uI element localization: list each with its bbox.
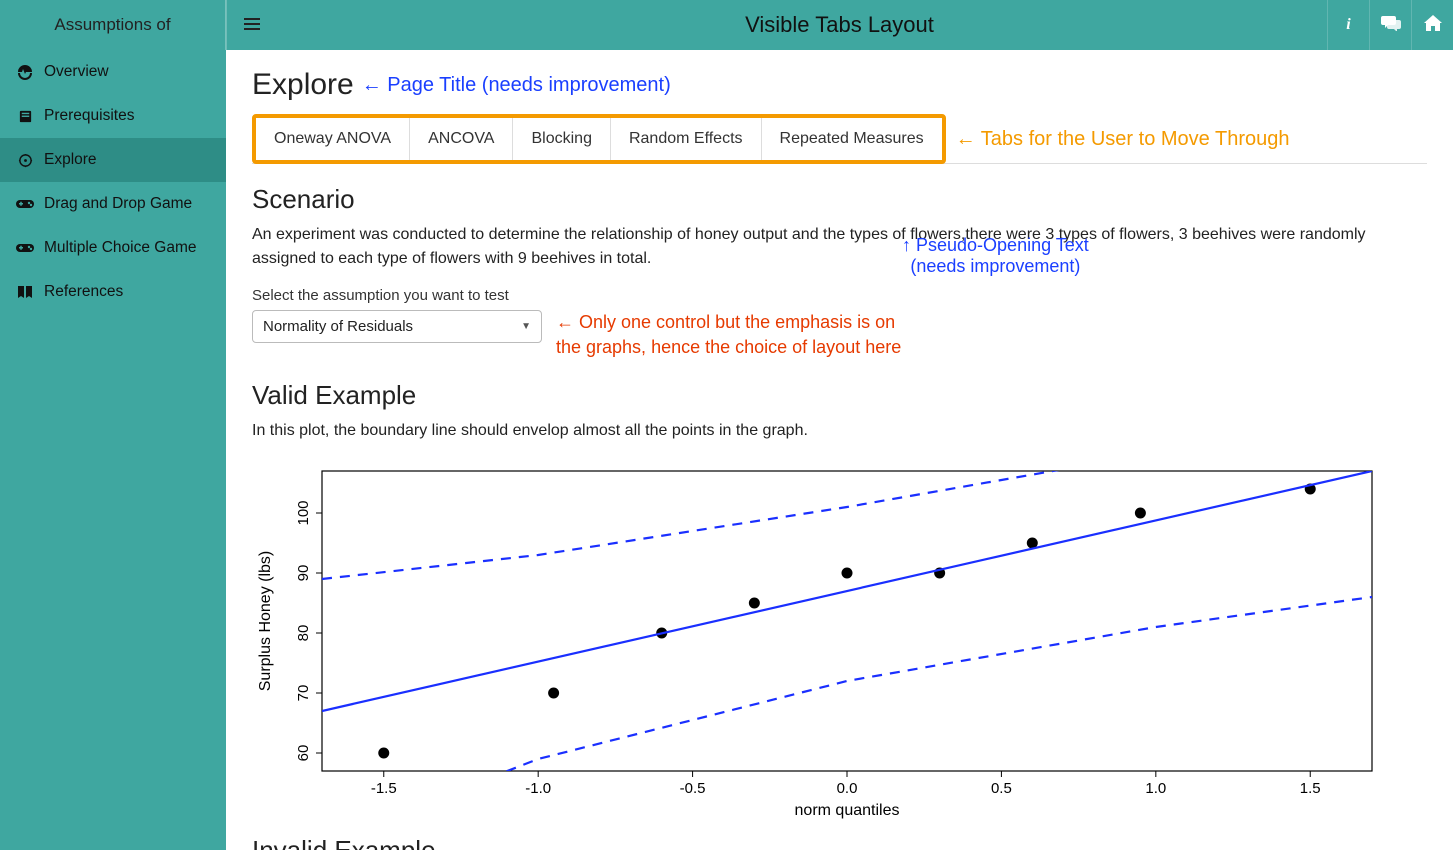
scenario-text: An experiment was conducted to determine…	[252, 223, 1372, 271]
info-icon: i	[1346, 16, 1350, 34]
page-title: Explore	[252, 68, 354, 102]
svg-text:-1.0: -1.0	[525, 780, 551, 797]
assumption-select-value: Normality of Residuals	[263, 318, 413, 335]
sidebar-item-label: Prerequisites	[44, 107, 134, 125]
tab-ancova[interactable]: ANCOVA	[410, 118, 513, 160]
assumption-select-label: Select the assumption you want to test	[252, 287, 1427, 304]
hamburger-icon	[244, 15, 260, 36]
sidebar-item-label: Overview	[44, 63, 109, 81]
tab-random-effects[interactable]: Random Effects	[611, 118, 762, 160]
tab-repeated-measures[interactable]: Repeated Measures	[762, 118, 942, 160]
main: Visible Tabs Layout i Expl	[226, 0, 1453, 850]
sidebar-item-prerequisites[interactable]: Prerequisites	[0, 94, 226, 138]
chat-icon	[1381, 15, 1401, 36]
content-area: Explore ← Page Title (needs improvement)…	[226, 50, 1453, 850]
svg-text:1.0: 1.0	[1145, 780, 1166, 797]
sidebar: Assumptions of Overview Prerequisites Ex…	[0, 0, 226, 850]
sidebar-item-label: References	[44, 283, 123, 301]
home-button[interactable]	[1411, 0, 1453, 50]
valid-example-text: In this plot, the boundary line should e…	[252, 419, 1372, 443]
svg-text:100: 100	[295, 501, 312, 526]
sidebar-item-explore[interactable]: Explore	[0, 138, 226, 182]
sidebar-item-drag-drop-game[interactable]: Drag and Drop Game	[0, 182, 226, 226]
home-icon	[1424, 15, 1442, 36]
topbar: Visible Tabs Layout i	[226, 0, 1453, 50]
tab-oneway-anova[interactable]: Oneway ANOVA	[256, 118, 410, 160]
svg-text:90: 90	[295, 565, 312, 582]
sidebar-item-overview[interactable]: Overview	[0, 50, 226, 94]
annotation-control: ← Only one control but the emphasis is o…	[556, 310, 901, 360]
valid-example-heading: Valid Example	[252, 380, 1427, 411]
sidebar-item-label: Drag and Drop Game	[44, 195, 192, 213]
annotation-page-title: ← Page Title (needs improvement)	[362, 74, 671, 97]
qq-plot: -1.5 -1.0 -0.5 0.0 0.5 1.0 1.5 60 70 80 90 100 norm …	[252, 461, 1427, 821]
gamepad-icon	[16, 198, 34, 210]
svg-text:-0.5: -0.5	[680, 780, 706, 797]
tabs-container: Oneway ANOVA ANCOVA Blocking Random Effe…	[252, 114, 946, 164]
gamepad-icon	[16, 242, 34, 254]
svg-text:0.0: 0.0	[837, 780, 858, 797]
annotation-tabs: ← Tabs for the User to Move Through	[956, 128, 1290, 151]
sidebar-item-label: Explore	[44, 151, 97, 169]
chat-button[interactable]	[1369, 0, 1411, 50]
sidebar-title: Assumptions of	[0, 0, 226, 50]
svg-text:80: 80	[295, 625, 312, 642]
sidebar-item-references[interactable]: References	[0, 270, 226, 314]
invalid-example-heading: Invalid Example	[252, 835, 1427, 850]
target-icon	[16, 153, 34, 168]
svg-text:norm quantiles: norm quantiles	[795, 802, 900, 819]
chevron-down-icon: ▼	[521, 321, 531, 332]
scenario-heading: Scenario	[252, 184, 1427, 215]
tab-blocking[interactable]: Blocking	[513, 118, 610, 160]
svg-text:-1.5: -1.5	[371, 780, 397, 797]
sidebar-item-multiple-choice-game[interactable]: Multiple Choice Game	[0, 226, 226, 270]
svg-text:60: 60	[295, 745, 312, 762]
sidebar-item-label: Multiple Choice Game	[44, 239, 196, 257]
svg-text:1.5: 1.5	[1300, 780, 1321, 797]
svg-text:0.5: 0.5	[991, 780, 1012, 797]
bookmarks-icon	[16, 285, 34, 299]
assumption-select[interactable]: Normality of Residuals ▼	[252, 310, 542, 343]
annotation-opening-text: ↑ Pseudo-Opening Text (needs improvement…	[902, 235, 1089, 277]
menu-toggle-button[interactable]	[226, 0, 276, 50]
book-icon	[16, 109, 34, 124]
svg-text:70: 70	[295, 685, 312, 702]
dashboard-icon	[16, 64, 34, 80]
svg-text:Surplus Honey (lbs): Surplus Honey (lbs)	[257, 551, 274, 692]
topbar-title: Visible Tabs Layout	[226, 12, 1453, 38]
info-button[interactable]: i	[1327, 0, 1369, 50]
sidebar-nav: Overview Prerequisites Explore Drag and …	[0, 50, 226, 314]
